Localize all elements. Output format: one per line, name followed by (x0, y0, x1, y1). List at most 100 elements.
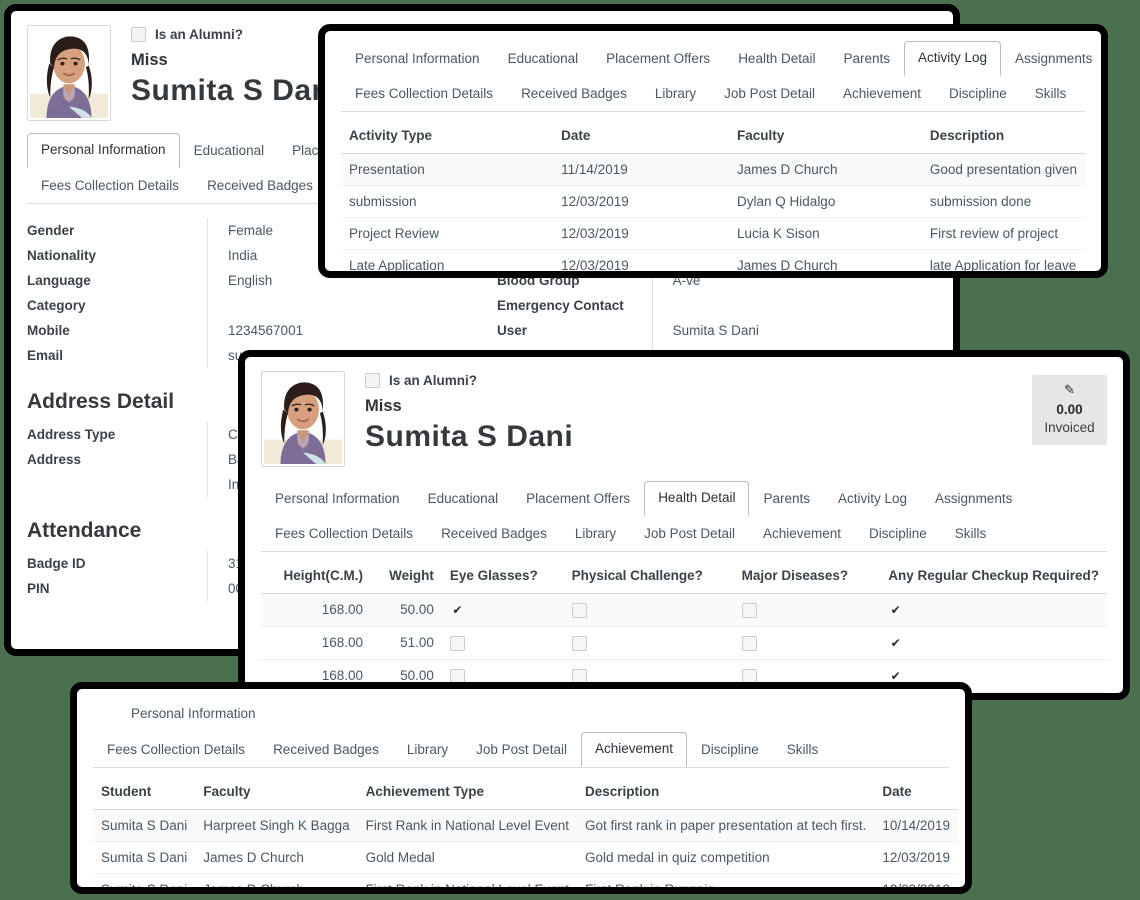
table-row[interactable]: Late Application 12/03/2019 James D Church… (341, 249, 1085, 271)
tab-discipline[interactable]: Discipline (935, 77, 1021, 111)
tab-achievement[interactable]: Achievement (749, 517, 855, 551)
tab-library[interactable]: Library (561, 517, 630, 551)
column-header-description: Description (921, 115, 1085, 154)
tab-activity-log[interactable]: Activity Log (824, 482, 921, 516)
health-tab-row-2: Fees Collection Details Received Badges Li… (261, 517, 1107, 551)
tab-personal-information[interactable]: Personal Information (27, 133, 180, 168)
table-row[interactable]: 168.00 50.00 ✔ ✔ (261, 593, 1107, 627)
activity-tab-row-1: Personal Information Educational Placement… (341, 41, 1092, 76)
column-header-weight: Weight (371, 555, 442, 594)
tab-educational[interactable]: Educational (414, 482, 513, 516)
tab-job-post-detail[interactable]: Job Post Detail (710, 77, 829, 111)
is-alumni-row[interactable]: Is an Alumni? (365, 373, 573, 388)
activity-tab-bar: Personal Information Educational Placement… (325, 31, 1101, 112)
field-label-email: Email (27, 347, 64, 363)
tab-skills[interactable]: Skills (941, 517, 1001, 551)
tab-assignments[interactable]: Assignments (921, 482, 1026, 516)
table-cell: 12/03/2019 (553, 217, 730, 250)
cell-regular-checkup: ✔ (880, 593, 1107, 627)
field-label-user: User (497, 322, 528, 338)
checkbox-major-diseases-unchecked[interactable] (741, 635, 757, 651)
table-cell: Presentation (341, 153, 554, 186)
table-row[interactable]: Sumita S Dani James D Church Gold Medal Gol… (93, 841, 958, 874)
field-label-gender: Gender (27, 222, 75, 238)
tab-activity-log[interactable]: Activity Log (904, 41, 1002, 76)
table-cell: 12/03/2019 (874, 873, 958, 887)
tab-educational[interactable]: Educational (494, 42, 593, 76)
tab-fees-collection-details[interactable]: Fees Collection Details (261, 517, 427, 551)
tab-personal-information[interactable]: Personal Information (117, 697, 270, 731)
table-row[interactable]: Sumita S DaniJames D ChurchFirst Rank in… (93, 873, 958, 887)
tab-received-badges[interactable]: Received Badges (259, 733, 393, 767)
tab-received-badges[interactable]: Received Badges (507, 77, 641, 111)
tab-placement-offers[interactable]: Placement Offers (512, 482, 644, 516)
table-row[interactable]: 168.00 51.00 ✔ (261, 626, 1107, 660)
checkbox-eye-glasses-checked[interactable]: ✔ (450, 603, 465, 618)
tab-skills[interactable]: Skills (1021, 77, 1081, 111)
tab-assignments[interactable]: Assignments (1001, 42, 1101, 76)
table-cell: 12/03/2019 (553, 185, 730, 218)
field-label-address: Address (27, 451, 82, 467)
tab-personal-information[interactable]: Personal Information (261, 482, 414, 516)
student-photo (27, 25, 111, 121)
tab-received-badges[interactable]: Received Badges (193, 169, 327, 203)
invoiced-stat-button[interactable]: ✎ 0.00 Invoiced (1032, 375, 1107, 446)
tab-placement-offers[interactable]: Placement Offers (592, 42, 724, 76)
table-cell: submission done (921, 185, 1085, 218)
table-header-row: Height(C.M.) Weight Eye Glasses? Physical C… (261, 555, 1107, 594)
tab-discipline[interactable]: Discipline (687, 733, 773, 767)
column-header-achievement-type: Achievement Type (357, 771, 577, 810)
checkbox-physical-challenge-unchecked[interactable] (571, 602, 587, 618)
tab-job-post-detail[interactable]: Job Post Detail (462, 733, 581, 767)
checkbox-physical-challenge-unchecked[interactable] (571, 635, 587, 651)
tab-library[interactable]: Library (641, 77, 710, 111)
checkbox-regular-checkup-checked[interactable]: ✔ (888, 636, 903, 651)
table-cell: submission (341, 185, 554, 218)
table-cell: James D Church (729, 153, 922, 186)
achievement-tab-row-2: Fees Collection Details Received Badges Li… (93, 731, 949, 767)
checkbox-major-diseases-unchecked[interactable] (741, 602, 757, 618)
is-alumni-checkbox[interactable] (131, 27, 146, 42)
attendance-labels: Badge ID PIN (27, 551, 207, 601)
table-cell: Sumita S Dani (93, 841, 196, 874)
tab-parents[interactable]: Parents (749, 482, 824, 516)
tab-fees-collection-details[interactable]: Fees Collection Details (93, 733, 259, 767)
column-header-faculty: Faculty (195, 771, 358, 810)
checkbox-eye-glasses-unchecked[interactable] (449, 635, 465, 651)
student-name: Sumita S Dani (131, 74, 339, 108)
student-name-text: Sumita S Dani (131, 74, 340, 107)
activity-log-window: Personal Information Educational Placement… (318, 24, 1108, 278)
is-alumni-row[interactable]: Is an Alumni? (131, 27, 339, 42)
tab-parents[interactable]: Parents (829, 42, 904, 76)
tab-fees-collection-details[interactable]: Fees Collection Details (27, 169, 193, 203)
activity-tab-row-2: Fees Collection Details Received Badges Li… (341, 77, 1085, 111)
table-cell: Got first rank in paper presentation at … (577, 809, 875, 842)
column-header-height-c-m: Height(C.M.) (261, 555, 372, 594)
tab-received-badges[interactable]: Received Badges (427, 517, 561, 551)
table-row[interactable]: Project Review 12/03/2019 Lucia K Sison Fir… (341, 217, 1085, 250)
cell-physical-challenge (563, 593, 734, 627)
tab-fees-collection-details[interactable]: Fees Collection Details (341, 77, 507, 111)
tab-skills[interactable]: Skills (773, 733, 833, 767)
table-row[interactable]: Sumita S Dani Harpreet Singh K Bagga First… (93, 809, 958, 842)
is-alumni-checkbox[interactable] (365, 373, 380, 388)
table-cell: 11/14/2019 (553, 153, 730, 186)
column-header-major-diseases: Major Diseases? (733, 555, 881, 594)
field-value-gender: Female (228, 222, 274, 238)
tab-personal-information[interactable]: Personal Information (341, 42, 494, 76)
table-cell: 10/14/2019 (874, 809, 958, 842)
tab-achievement[interactable]: Achievement (580, 731, 687, 767)
field-label-category: Category (27, 297, 86, 313)
table-row[interactable]: submission 12/03/2019 Dylan Q Hidalgo submi… (341, 185, 1085, 218)
tab-health-detail[interactable]: Health Detail (644, 481, 750, 516)
tab-library[interactable]: Library (393, 733, 462, 767)
field-label-emergency-contact: Emergency Contact (497, 297, 624, 313)
tab-achievement[interactable]: Achievement (829, 77, 935, 111)
checkbox-regular-checkup-checked[interactable]: ✔ (888, 603, 903, 618)
tab-job-post-detail[interactable]: Job Post Detail (630, 517, 749, 551)
cell-physical-challenge (563, 626, 734, 660)
tab-discipline[interactable]: Discipline (855, 517, 941, 551)
table-row[interactable]: Presentation 11/14/2019 James D Church Good… (341, 153, 1085, 186)
tab-health-detail[interactable]: Health Detail (724, 42, 829, 76)
tab-educational[interactable]: Educational (180, 134, 279, 168)
